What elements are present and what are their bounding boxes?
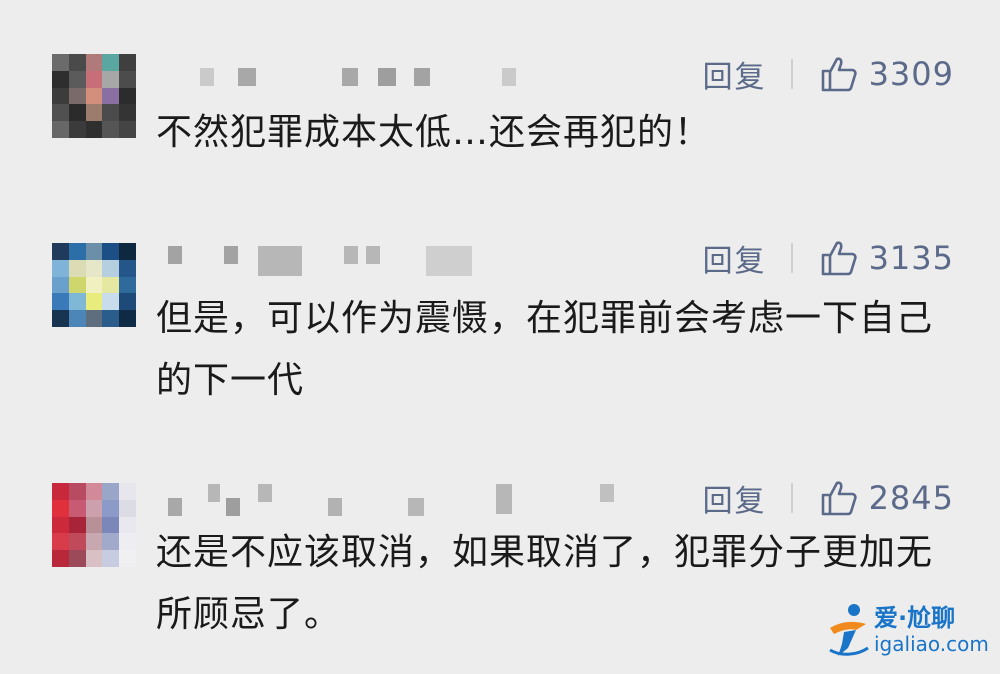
avatar[interactable] (52, 54, 136, 138)
divider (790, 243, 793, 273)
avatar[interactable] (52, 243, 136, 327)
thumbs-up-icon[interactable] (819, 478, 859, 518)
reply-button[interactable]: 回复 (703, 236, 767, 280)
watermark-title: 爱·尬聊 (874, 604, 956, 632)
watermark: 爱·尬聊 igaliao.com (826, 598, 989, 662)
divider (790, 59, 793, 89)
reply-button[interactable]: 回复 (703, 476, 767, 520)
like-count: 3309 (868, 55, 954, 93)
comment-text: 但是，可以作为震慑，在犯罪前会考虑一下自己的下一代 (156, 298, 934, 401)
username-blurred[interactable] (200, 68, 520, 90)
comment-text: 不然犯罪成本太低…还会再犯的！ (156, 112, 712, 153)
thumbs-up-icon[interactable] (819, 54, 859, 94)
like-count: 2845 (868, 479, 954, 517)
divider (790, 483, 793, 513)
watermark-logo-icon (829, 604, 869, 656)
reply-button[interactable]: 回复 (703, 52, 767, 96)
comment-screen: { "comments": [ { "reply_label": "回复", "… (0, 0, 1000, 674)
thumbs-up-icon[interactable] (819, 238, 859, 278)
username-blurred[interactable] (168, 484, 628, 518)
watermark-site: igaliao.com (874, 632, 989, 656)
username-blurred[interactable] (168, 246, 488, 276)
like-count: 3135 (868, 239, 954, 277)
avatar[interactable] (52, 483, 136, 567)
